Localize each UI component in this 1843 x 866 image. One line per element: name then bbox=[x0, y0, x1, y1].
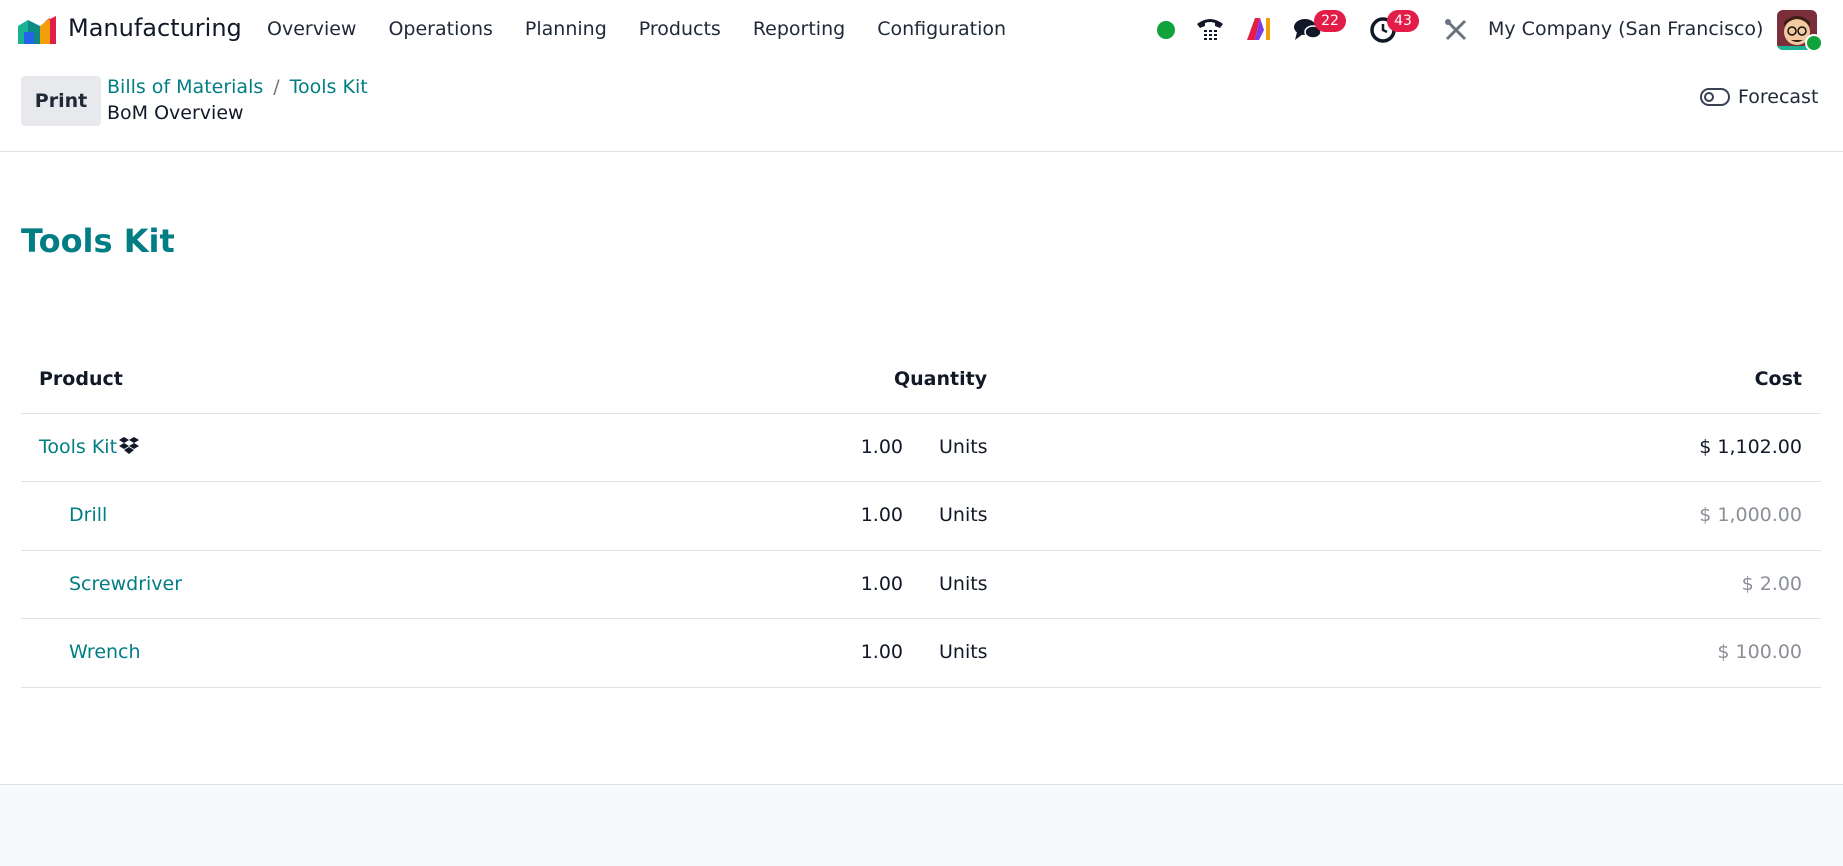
breadcrumb-tools-kit[interactable]: Tools Kit bbox=[290, 76, 368, 98]
row-divider bbox=[21, 618, 1821, 619]
menu-configuration[interactable]: Configuration bbox=[877, 18, 1006, 40]
chat-count-badge: 22 bbox=[1314, 10, 1346, 32]
main-menu: Overview Operations Planning Products Re… bbox=[267, 18, 1038, 40]
company-switcher[interactable]: My Company (San Francisco) bbox=[1488, 18, 1763, 40]
toggle-switch-icon[interactable] bbox=[1700, 88, 1730, 106]
user-online-status-icon bbox=[1805, 34, 1823, 52]
cost-value: $ 1,000.00 bbox=[1699, 504, 1802, 526]
control-panel-divider bbox=[0, 151, 1843, 152]
uom-value: Units bbox=[939, 436, 988, 458]
row-divider bbox=[21, 481, 1821, 482]
phone-icon[interactable] bbox=[1195, 14, 1225, 44]
row-divider bbox=[21, 550, 1821, 551]
uom-value: Units bbox=[939, 504, 988, 526]
presence-status-icon[interactable] bbox=[1157, 21, 1175, 39]
header-divider bbox=[21, 413, 1821, 414]
uom-value: Units bbox=[939, 641, 988, 663]
manufacturing-app-icon[interactable] bbox=[16, 16, 56, 44]
activity-count-badge: 43 bbox=[1387, 10, 1419, 32]
product-link[interactable]: Screwdriver bbox=[69, 573, 182, 595]
column-header-cost: Cost bbox=[1754, 368, 1802, 390]
menu-reporting[interactable]: Reporting bbox=[753, 18, 845, 40]
uom-value: Units bbox=[939, 573, 988, 595]
ai-icon[interactable] bbox=[1244, 14, 1274, 44]
menu-overview[interactable]: Overview bbox=[267, 18, 356, 40]
page-footer bbox=[0, 784, 1843, 866]
column-header-quantity: Quantity bbox=[894, 368, 988, 390]
quantity-value: 1.00 bbox=[860, 641, 903, 663]
quantity-value: 1.00 bbox=[860, 436, 903, 458]
forecast-label: Forecast bbox=[1738, 86, 1819, 108]
breadcrumb-bills-of-materials[interactable]: Bills of Materials bbox=[107, 76, 263, 98]
menu-products[interactable]: Products bbox=[639, 18, 721, 40]
menu-operations[interactable]: Operations bbox=[388, 18, 492, 40]
product-link[interactable]: Drill bbox=[69, 504, 107, 526]
product-link[interactable]: Tools Kit bbox=[39, 436, 140, 458]
quantity-value: 1.00 bbox=[860, 504, 903, 526]
debug-tools-icon[interactable] bbox=[1443, 17, 1469, 43]
report-title: Tools Kit bbox=[21, 222, 175, 260]
row-divider bbox=[21, 687, 1821, 688]
print-button[interactable]: Print bbox=[21, 76, 101, 126]
top-navbar: Manufacturing Overview Operations Planni… bbox=[0, 0, 1843, 58]
cost-value: $ 2.00 bbox=[1741, 573, 1802, 595]
product-link[interactable]: Wrench bbox=[69, 641, 141, 663]
column-header-product: Product bbox=[39, 368, 123, 390]
forecast-toggle[interactable]: Forecast bbox=[1700, 86, 1818, 108]
cost-value: $ 1,102.00 bbox=[1699, 436, 1802, 458]
quantity-value: 1.00 bbox=[860, 573, 903, 595]
menu-planning[interactable]: Planning bbox=[525, 18, 607, 40]
breadcrumb-separator: / bbox=[273, 76, 280, 98]
view-title: BoM Overview bbox=[107, 102, 244, 124]
breadcrumb: Bills of Materials / Tools Kit bbox=[107, 76, 368, 98]
kit-icon bbox=[119, 437, 140, 454]
cost-value: $ 100.00 bbox=[1717, 641, 1802, 663]
app-name[interactable]: Manufacturing bbox=[68, 14, 242, 42]
